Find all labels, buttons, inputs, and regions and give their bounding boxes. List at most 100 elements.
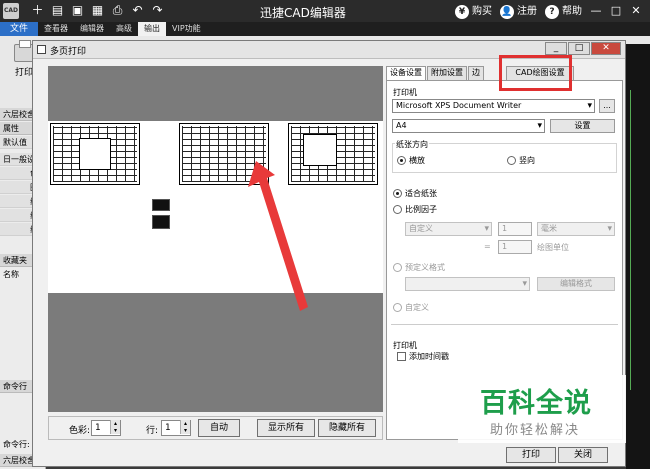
menu-output[interactable]: 输出 — [138, 22, 167, 36]
orientation-title: 纸张方向 — [395, 139, 429, 150]
color-label: 色彩: — [69, 426, 91, 436]
fit-label: 适合纸张 — [405, 189, 437, 198]
yen-icon: ¥ — [455, 5, 469, 19]
row-spinner[interactable]: 1 — [161, 420, 191, 436]
edit-format-button[interactable]: 编辑格式 — [537, 277, 615, 291]
menu-vip[interactable]: VIP功能 — [166, 22, 207, 36]
hide-all-button[interactable]: 隐藏所有 — [318, 419, 376, 437]
printer-section-title: 打印机 — [393, 88, 417, 97]
close-icon[interactable]: ✕ — [630, 4, 642, 17]
scale-label: 比例因子 — [405, 205, 437, 214]
ribbon-tabs: 文件 查看器 编辑器 高级 输出 VIP功能 — [0, 22, 650, 36]
print-label: 打印 — [14, 68, 33, 78]
portrait-radio[interactable]: 竖向 — [507, 155, 535, 166]
scale-factor-radio[interactable]: 比例因子 — [393, 204, 437, 215]
divider — [391, 324, 618, 325]
canvas-line — [630, 90, 631, 390]
user-icon: 👤 — [500, 5, 514, 19]
timestamp-checkbox[interactable]: 添加时间戳 — [397, 351, 449, 362]
new-icon[interactable]: ＋ — [30, 3, 45, 18]
portrait-radio-dot — [507, 156, 516, 165]
dialog-minimize-button[interactable]: _ — [545, 42, 567, 55]
equals-sign: = — [484, 242, 491, 251]
menu-advanced[interactable]: 高级 — [110, 22, 138, 36]
close-dialog-button[interactable]: 关闭 — [558, 447, 608, 463]
timestamp-box — [397, 352, 406, 361]
saveas-icon[interactable]: ▦ — [90, 3, 105, 18]
open-icon[interactable]: ▤ — [50, 3, 65, 18]
preview-paper — [48, 121, 383, 311]
print-quick-icon[interactable]: ⎙ — [110, 3, 125, 18]
printer-select[interactable]: Microsoft XPS Document Writer — [392, 99, 595, 113]
paper-size-select[interactable]: A4 — [392, 119, 545, 133]
register-label: 注册 — [517, 6, 537, 17]
undo-icon[interactable]: ↶ — [130, 3, 145, 18]
tab-margins[interactable]: 边 — [468, 66, 484, 80]
dialog-close-button[interactable]: ✕ — [591, 42, 621, 55]
printer-icon — [14, 40, 34, 62]
highlight-box — [499, 55, 572, 91]
save-icon[interactable]: ▣ — [70, 3, 85, 18]
red-arrow-annotation — [248, 161, 308, 311]
scale-radio-dot — [393, 205, 402, 214]
tab-additional-settings[interactable]: 附加设置 — [427, 66, 467, 80]
portrait-label: 竖向 — [519, 156, 535, 165]
page-thumbnail-1[interactable] — [50, 123, 140, 185]
scale-value-input[interactable]: 1 — [498, 222, 532, 236]
watermark-subtitle: 助你轻松解决 — [490, 423, 581, 438]
color-spinner[interactable]: 1 — [91, 420, 121, 436]
custom-label: 自定义 — [405, 303, 429, 312]
fit-paper-radio[interactable]: 适合纸张 — [393, 188, 437, 199]
small-thumbnail-2[interactable] — [152, 215, 170, 229]
top-right-actions: ¥ 购买 👤 注册 ? 帮助 — □ ✕ — [455, 2, 642, 19]
landscape-radio-dot — [397, 156, 406, 165]
cad-frame-1 — [79, 138, 111, 170]
printer2-title: 打印机 — [393, 341, 417, 350]
watermark-title: 百科全说 — [480, 388, 592, 419]
quick-access-toolbar: ＋ ▤ ▣ ▦ ⎙ ↶ ↷ — [30, 3, 165, 18]
custom-radio-dot — [393, 303, 402, 312]
maximize-icon[interactable]: □ — [610, 4, 622, 17]
title-bar: CAD ＋ ▤ ▣ ▦ ⎙ ↶ ↷ 迅捷CAD编辑器 ¥ 购买 👤 注册 ? 帮助 —… — [0, 0, 650, 22]
buy-link[interactable]: ¥ 购买 — [455, 2, 492, 19]
fit-radio-dot — [393, 189, 402, 198]
paper-settings-button[interactable]: 设置 — [550, 119, 615, 133]
timestamp-label: 添加时间戳 — [409, 352, 449, 361]
print-confirm-button[interactable]: 打印 — [506, 447, 556, 463]
show-all-button[interactable]: 显示所有 — [257, 419, 315, 437]
dialog-icon — [37, 45, 46, 54]
printer-more-button[interactable]: ... — [599, 99, 615, 113]
preset-radio-dot — [393, 263, 402, 272]
auto-button[interactable]: 自动 — [198, 419, 240, 437]
menu-file[interactable]: 文件 — [0, 22, 39, 36]
preview-controls: 色彩: 1 行: 1 自动 显示所有 隐藏所有 — [48, 416, 383, 440]
redo-icon[interactable]: ↷ — [150, 3, 165, 18]
tab-device-settings[interactable]: 设备设置 — [386, 66, 426, 80]
preset-format-select[interactable] — [405, 277, 530, 291]
preset-format-radio[interactable]: 预定义格式 — [393, 262, 445, 273]
help-icon: ? — [545, 5, 559, 19]
scale-preset-select[interactable]: 自定义 — [405, 222, 492, 236]
landscape-radio[interactable]: 横放 — [397, 155, 425, 166]
settings-tabs: 设备设置 附加设置 边 — [386, 66, 485, 80]
menu-editor[interactable]: 编辑器 — [74, 22, 110, 36]
print-preview-area[interactable] — [48, 66, 383, 412]
scale-unit-select[interactable]: 毫米 — [537, 222, 615, 236]
app-title: 迅捷CAD编辑器 — [260, 6, 346, 20]
minimize-icon[interactable]: — — [590, 4, 602, 17]
drawing-value-input[interactable]: 1 — [498, 240, 532, 254]
buy-label: 购买 — [472, 6, 492, 17]
menu-viewer[interactable]: 查看器 — [38, 22, 74, 36]
dialog-window-buttons: _ □ ✕ — [545, 42, 621, 55]
help-link[interactable]: ? 帮助 — [545, 2, 582, 19]
preset-label: 预定义格式 — [405, 263, 445, 272]
small-thumbnail-1[interactable] — [152, 199, 170, 211]
register-link[interactable]: 👤 注册 — [500, 2, 537, 19]
app-logo: CAD — [3, 3, 19, 19]
dialog-title: 多页打印 — [50, 47, 87, 57]
help-label: 帮助 — [562, 6, 582, 17]
dialog-maximize-button[interactable]: □ — [568, 42, 590, 55]
drawing-unit-label: 绘图单位 — [537, 243, 569, 252]
custom-radio[interactable]: 自定义 — [393, 302, 429, 313]
row-label: 行: — [146, 426, 159, 436]
